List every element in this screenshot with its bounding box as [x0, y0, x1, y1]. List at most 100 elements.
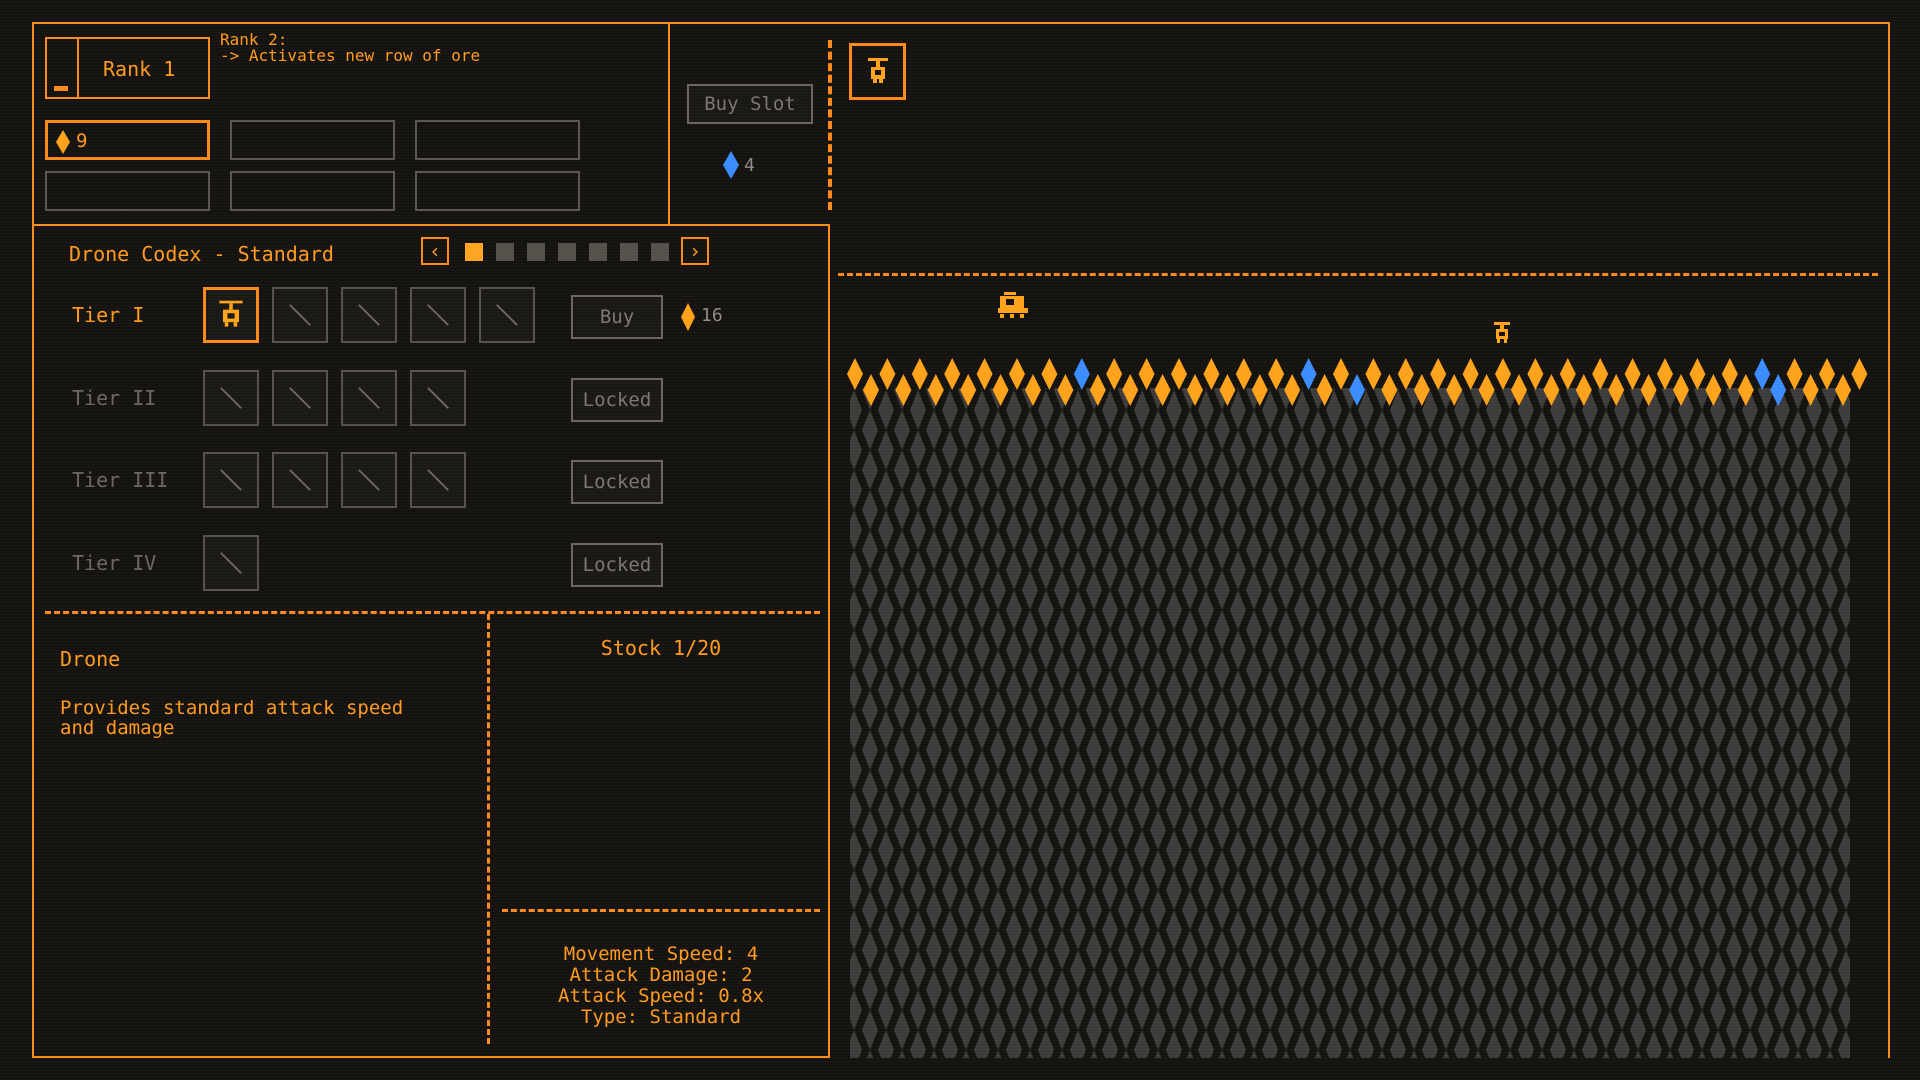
empty-slot-icon: [496, 304, 518, 326]
codex-page-dot-7[interactable]: [651, 243, 669, 261]
ore-gem[interactable]: [1430, 358, 1447, 390]
ore-gem[interactable]: [1657, 358, 1673, 390]
ore-gem[interactable]: [1073, 358, 1090, 390]
ore-count: 9: [76, 130, 88, 152]
codex-empty-slot[interactable]: [203, 535, 259, 591]
codex-page-dot-6[interactable]: [620, 243, 638, 261]
blue-gem-icon: [723, 151, 739, 179]
ore-gem[interactable]: [976, 358, 993, 390]
codex-divider: [45, 611, 820, 614]
ore-gem[interactable]: [1559, 358, 1576, 390]
tier-locked-button[interactable]: Locked: [571, 460, 663, 504]
ore-gem[interactable]: [1300, 358, 1317, 390]
codex-drone-slot[interactable]: [203, 287, 259, 343]
codex-empty-slot[interactable]: [341, 287, 397, 343]
empty-slot-icon: [358, 469, 380, 491]
tier-locked-button[interactable]: Locked: [571, 543, 663, 587]
ore-gem[interactable]: [1235, 358, 1252, 390]
codex-prev-button[interactable]: ‹: [421, 237, 449, 265]
detail-divider: [487, 614, 490, 1044]
drone-description-line2: and damage: [60, 717, 175, 739]
ore-gem[interactable]: [1268, 358, 1285, 390]
empty-slot-icon: [427, 469, 449, 491]
codex-page-dot-5[interactable]: [589, 243, 607, 261]
rank-progress-bar: [54, 86, 68, 91]
next-rank-description: -> Activates new row of ore: [220, 46, 481, 65]
buy-slot-button[interactable]: Buy Slot: [687, 84, 813, 124]
empty-slot-icon: [427, 387, 449, 409]
codex-page-dot-1[interactable]: [465, 243, 483, 261]
ore-gem[interactable]: [1397, 358, 1414, 390]
rank-box[interactable]: Rank 1: [45, 37, 210, 99]
empty-slot-icon: [427, 304, 449, 326]
outer-frame-left: [32, 22, 34, 1058]
ore-gem[interactable]: [1365, 358, 1382, 390]
ore-gem[interactable]: [1171, 358, 1187, 390]
tier-locked-button[interactable]: Locked: [571, 378, 663, 422]
codex-empty-slot[interactable]: [272, 452, 328, 508]
codex-empty-slot[interactable]: [479, 287, 535, 343]
resource-box-empty-2: [230, 120, 395, 160]
chevron-right-icon: ›: [688, 239, 702, 263]
ore-gem[interactable]: [1624, 358, 1641, 390]
codex-page-dot-2[interactable]: [496, 243, 514, 261]
mining-field[interactable]: [830, 270, 1888, 1060]
codex-top-line: [32, 224, 830, 226]
codex-empty-slot[interactable]: [341, 452, 397, 508]
empty-slot-icon: [220, 387, 242, 409]
ore-gem-icon: [681, 303, 695, 331]
drone-stats: Movement Speed: 4 Attack Damage: 2 Attac…: [502, 944, 820, 1028]
codex-empty-slot[interactable]: [410, 452, 466, 508]
ore-gem[interactable]: [944, 358, 961, 390]
ore-gem[interactable]: [1527, 358, 1544, 390]
ore-gem[interactable]: [1851, 358, 1868, 390]
stat-attack-damage: Attack Damage: 2: [569, 964, 753, 986]
miner-drone-icon: [998, 292, 1028, 318]
ore-gem[interactable]: [1138, 358, 1155, 390]
ore-gem[interactable]: [1106, 358, 1123, 390]
ore-gem[interactable]: [1495, 358, 1511, 390]
ore-gem[interactable]: [1754, 358, 1771, 390]
codex-empty-slot[interactable]: [410, 287, 466, 343]
empty-slot-icon: [358, 304, 380, 326]
tier-label-3: Tier III: [72, 468, 169, 492]
ore-gem[interactable]: [1721, 358, 1738, 390]
ore-gem[interactable]: [847, 358, 863, 390]
resource-box-empty-5: [230, 171, 395, 211]
outer-frame-top: [32, 22, 1890, 24]
drone-slot-1[interactable]: [849, 43, 906, 100]
rank-label: Rank 1: [103, 57, 176, 81]
drone-unit-icon: [1494, 322, 1510, 343]
ore-gem[interactable]: [1462, 358, 1479, 390]
tier-buy-button[interactable]: Buy: [571, 295, 663, 339]
codex-empty-slot[interactable]: [272, 370, 328, 426]
codex-page-dot-3[interactable]: [527, 243, 545, 261]
ore-gem[interactable]: [1203, 358, 1220, 390]
ore-gem[interactable]: [1786, 358, 1803, 390]
empty-slot-icon: [289, 304, 311, 326]
drone-name: Drone: [60, 647, 121, 671]
ore-resource-box: 9: [45, 120, 210, 160]
ore-gem[interactable]: [1333, 358, 1349, 390]
codex-empty-slot[interactable]: [341, 370, 397, 426]
codex-empty-slot[interactable]: [203, 370, 259, 426]
ore-gem[interactable]: [1819, 358, 1835, 390]
empty-slot-icon: [220, 469, 242, 491]
ore-gem[interactable]: [1689, 358, 1706, 390]
ore-gem[interactable]: [911, 358, 928, 390]
resource-box-empty-4: [45, 171, 210, 211]
codex-empty-slot[interactable]: [203, 452, 259, 508]
ore-gem[interactable]: [879, 358, 896, 390]
ore-gem[interactable]: [1009, 358, 1025, 390]
ore-gem[interactable]: [1592, 358, 1609, 390]
codex-next-button[interactable]: ›: [681, 237, 709, 265]
stat-movement-speed: Movement Speed: 4: [563, 943, 759, 965]
codex-title: Drone Codex - Standard: [69, 242, 334, 266]
chevron-left-icon: ‹: [428, 239, 442, 263]
codex-page-dot-4[interactable]: [558, 243, 576, 261]
codex-empty-slot[interactable]: [410, 370, 466, 426]
codex-empty-slot[interactable]: [272, 287, 328, 343]
empty-slot-icon: [358, 387, 380, 409]
stock-count: Stock 1/20: [600, 636, 722, 660]
ore-gem[interactable]: [1041, 358, 1058, 390]
